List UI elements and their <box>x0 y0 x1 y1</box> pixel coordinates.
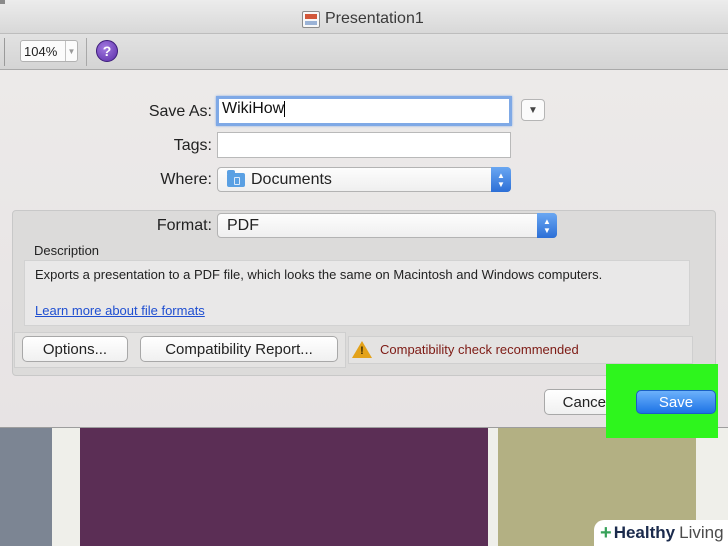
watermark-suffix: Living <box>679 523 724 542</box>
compatibility-report-button[interactable]: Compatibility Report... <box>140 336 338 362</box>
expand-dialog-button[interactable]: ▼ <box>521 99 545 121</box>
toolbar-divider <box>4 38 5 66</box>
toolbar: 104% ▼ ? <box>0 34 728 70</box>
format-popup[interactable]: PDF ▲ ▼ <box>217 213 557 238</box>
up-down-chevron-icon: ▲ ▼ <box>491 167 511 192</box>
window-title: Presentation1 <box>325 10 424 27</box>
zoom-value: 104% <box>24 43 58 59</box>
folder-icon <box>227 169 245 187</box>
save-as-value: WikiHow <box>222 100 285 117</box>
text-caret <box>284 100 286 117</box>
format-value: PDF <box>227 216 259 234</box>
description-box: Exports a presentation to a PDF file, wh… <box>24 260 690 326</box>
help-icon[interactable]: ? <box>96 40 118 62</box>
where-value: Documents <box>251 170 332 188</box>
tags-field[interactable] <box>217 132 511 158</box>
help-glyph: ? <box>102 43 112 59</box>
healthy-living-watermark: + Healthy Living <box>594 520 728 546</box>
slide-thumbnail-strip <box>0 428 52 546</box>
window-control-fragment[interactable] <box>0 0 5 4</box>
tags-label: Tags: <box>173 137 212 154</box>
plus-logo-icon: + <box>600 522 612 544</box>
presentation-document-icon <box>302 10 320 28</box>
where-popup[interactable]: Documents ▲ ▼ <box>217 167 511 192</box>
learn-more-link[interactable]: Learn more about file formats <box>35 303 205 318</box>
description-text: Exports a presentation to a PDF file, wh… <box>35 267 603 282</box>
save-button[interactable]: Save <box>636 390 716 414</box>
watermark-brand: Healthy <box>613 523 676 542</box>
where-label: Where: <box>160 171 212 188</box>
zoom-select[interactable]: 104% ▼ <box>20 40 78 62</box>
format-label: Format: <box>156 217 212 234</box>
save-as-field[interactable]: WikiHow <box>216 96 512 126</box>
up-down-chevron-icon: ▲ ▼ <box>537 213 557 238</box>
warning-icon-mark: ! <box>360 345 364 357</box>
window-titlebar: Presentation1 <box>0 0 728 34</box>
chevron-down-icon[interactable]: ▼ <box>65 41 77 61</box>
save-as-label: Save As: <box>148 103 212 120</box>
options-button[interactable]: Options... <box>22 336 128 362</box>
window-title-group: Presentation1 <box>302 10 424 28</box>
toolbar-divider <box>86 38 87 66</box>
description-heading: Description <box>34 243 100 258</box>
slide-purple-block <box>80 428 488 546</box>
chevron-down-icon: ▼ <box>528 104 538 116</box>
compatibility-warning: Compatibility check recommended <box>380 342 579 357</box>
